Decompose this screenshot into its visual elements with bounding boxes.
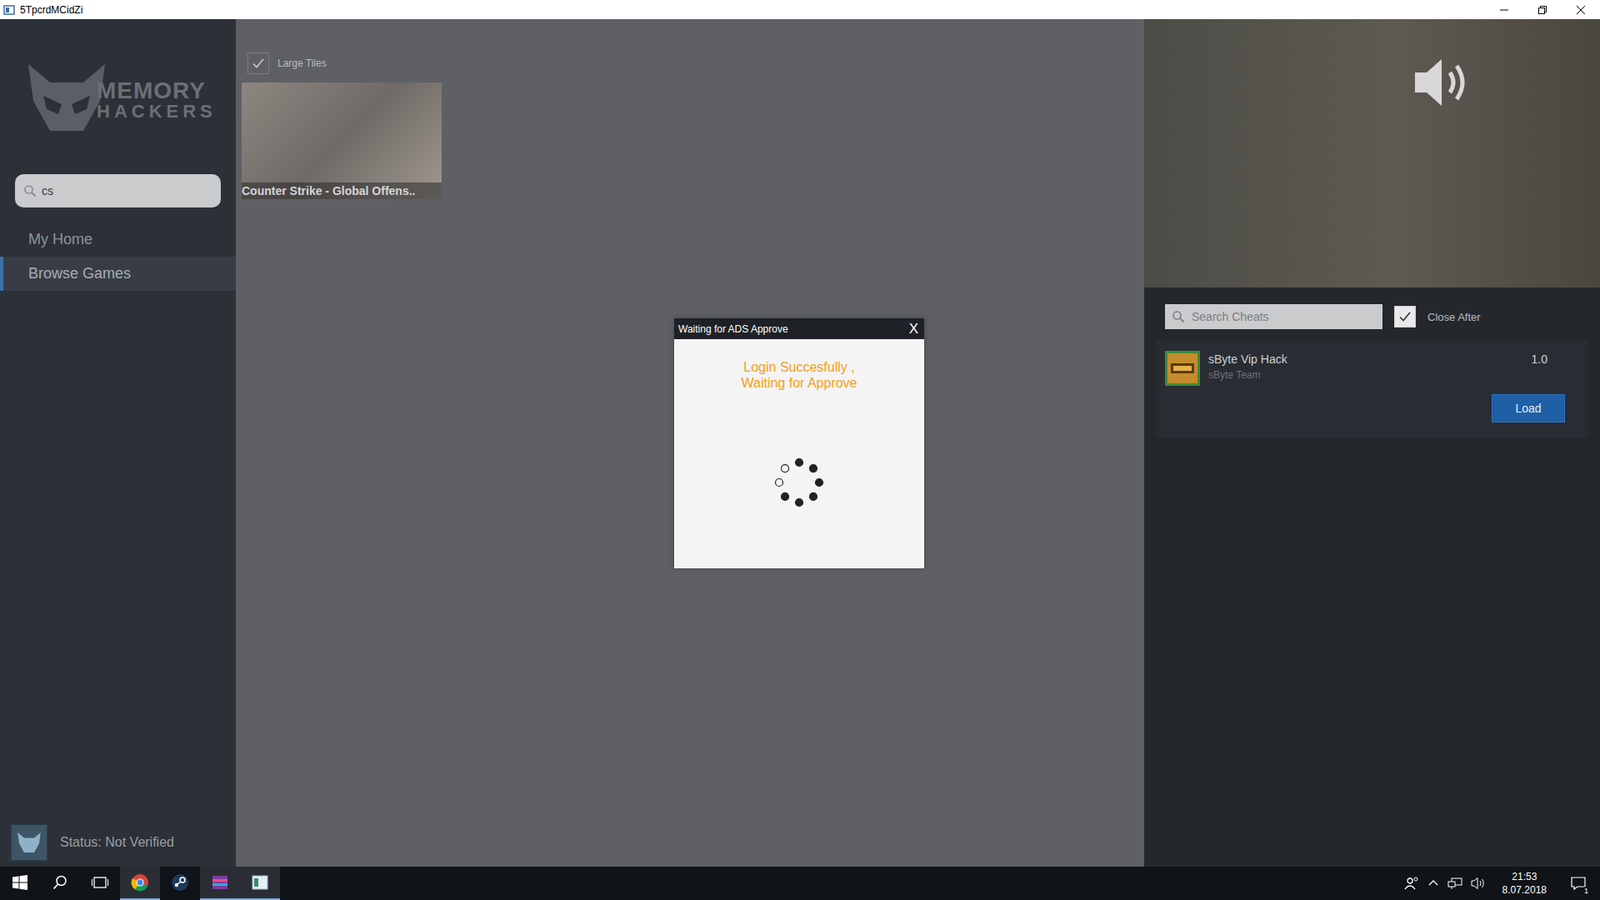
title-bar: 5TpcrdMCidZi xyxy=(0,0,1600,20)
steam-button[interactable] xyxy=(160,866,200,900)
cheat-card: sByte Vip Hack sByte Team 1.0 Load xyxy=(1156,340,1588,438)
avatar-mask-icon xyxy=(16,831,42,854)
task-view-icon xyxy=(91,875,109,890)
game-banner xyxy=(1144,19,1600,288)
large-tiles-toggle[interactable]: Large Tiles xyxy=(241,52,1145,75)
cheats-panel: Search CheatsClose AftersByte Vip HacksB… xyxy=(1144,19,1600,867)
app-window: 5TpcrdMCidZi MEMORYHACKERS cs My HomeBrowse… xyxy=(0,0,1600,900)
clock-time: 21:53 xyxy=(1511,870,1537,884)
game-search[interactable]: cs xyxy=(15,174,221,208)
close-icon xyxy=(1576,5,1585,15)
chrome-icon xyxy=(130,873,150,892)
app-icon xyxy=(3,4,15,16)
load-button[interactable]: Load xyxy=(1491,394,1565,423)
close-button[interactable] xyxy=(1561,0,1600,20)
dialog-close-button[interactable]: X xyxy=(907,320,920,338)
status-text: Status: Not Verified xyxy=(60,835,175,850)
cheat-author: sByte Team xyxy=(1208,369,1524,381)
dialog-header: Waiting for ADS Approve X xyxy=(674,318,925,340)
check-icon xyxy=(1397,309,1413,325)
chevron-up-icon[interactable] xyxy=(1427,877,1440,890)
nav-list: My HomeBrowse Games xyxy=(0,222,236,291)
large-tiles-checkbox[interactable] xyxy=(247,52,270,75)
game-tile-title: Counter Strike - Global Offens.. xyxy=(241,182,442,200)
sidebar: MEMORYHACKERS cs My HomeBrowse Games Status… xyxy=(0,19,236,867)
logo-mask-icon xyxy=(25,62,109,133)
clock[interactable]: 21:538.07.2018 xyxy=(1494,870,1555,897)
loader-app-button[interactable] xyxy=(240,866,280,900)
nav-item[interactable]: Browse Games xyxy=(0,256,236,291)
large-tiles-label: Large Tiles xyxy=(277,57,327,70)
windows-icon xyxy=(12,875,28,890)
people-icon[interactable] xyxy=(1404,875,1420,891)
system-tray: 21:538.07.2018 1 xyxy=(1404,866,1600,900)
dialog-title: Waiting for ADS Approve xyxy=(678,323,789,335)
game-grid: Counter Strike - Global Offens.. xyxy=(241,82,1145,200)
search-button[interactable] xyxy=(40,866,80,900)
check-icon xyxy=(250,55,266,71)
game-tile[interactable]: Counter Strike - Global Offens.. xyxy=(241,82,442,200)
taskbar: 21:538.07.2018 1 xyxy=(0,866,1600,900)
cheat-row[interactable]: sByte Vip Hack sByte Team 1.0 xyxy=(1165,350,1578,386)
minimize-button[interactable] xyxy=(1485,0,1524,20)
restore-icon xyxy=(1538,5,1547,15)
cheat-search-placeholder: Search Cheats xyxy=(1191,310,1270,324)
search-icon xyxy=(1171,310,1185,324)
steam-icon xyxy=(170,873,190,892)
window-app-icon xyxy=(251,875,269,890)
avatar xyxy=(10,823,49,862)
notification-count: 1 xyxy=(1582,886,1590,895)
dialog-message: Login Succesfully ,Waiting for Approve xyxy=(740,359,857,391)
speaker-icon[interactable] xyxy=(1408,49,1475,116)
archive-icon xyxy=(210,873,230,892)
logo: MEMORYHACKERS xyxy=(0,19,236,145)
status-row: Status: Not Verified xyxy=(0,823,236,867)
nav-item[interactable]: My Home xyxy=(0,222,236,257)
action-center-button[interactable]: 1 xyxy=(1563,866,1594,900)
network-icon[interactable] xyxy=(1447,876,1463,890)
clock-date: 8.07.2018 xyxy=(1502,883,1547,897)
start-button[interactable] xyxy=(0,866,40,900)
cheat-icon xyxy=(1165,350,1200,386)
minimize-icon xyxy=(1500,5,1509,15)
close-after-label: Close After xyxy=(1427,310,1481,324)
game-search-value: cs xyxy=(41,184,54,198)
approve-dialog: Waiting for ADS Approve X Login Succesfull… xyxy=(674,318,925,569)
cheat-version: 1.0 xyxy=(1531,350,1578,366)
restore-button[interactable] xyxy=(1523,0,1562,20)
volume-icon[interactable] xyxy=(1470,876,1486,890)
archive-app-button[interactable] xyxy=(200,866,240,900)
close-after-checkbox[interactable] xyxy=(1394,305,1416,328)
window-title: 5TpcrdMCidZi xyxy=(20,4,1485,16)
logo-title: MEMORY xyxy=(96,79,217,103)
game-badge-icon xyxy=(1170,359,1195,378)
task-view-button[interactable] xyxy=(80,866,120,900)
logo-subtitle: HACKERS xyxy=(96,102,217,121)
chrome-button[interactable] xyxy=(120,866,160,900)
spinner-icon xyxy=(772,455,826,510)
cheat-search[interactable]: Search Cheats xyxy=(1165,304,1383,330)
cheat-name: sByte Vip Hack xyxy=(1208,352,1524,366)
search-icon xyxy=(52,875,68,890)
search-icon xyxy=(23,184,37,198)
